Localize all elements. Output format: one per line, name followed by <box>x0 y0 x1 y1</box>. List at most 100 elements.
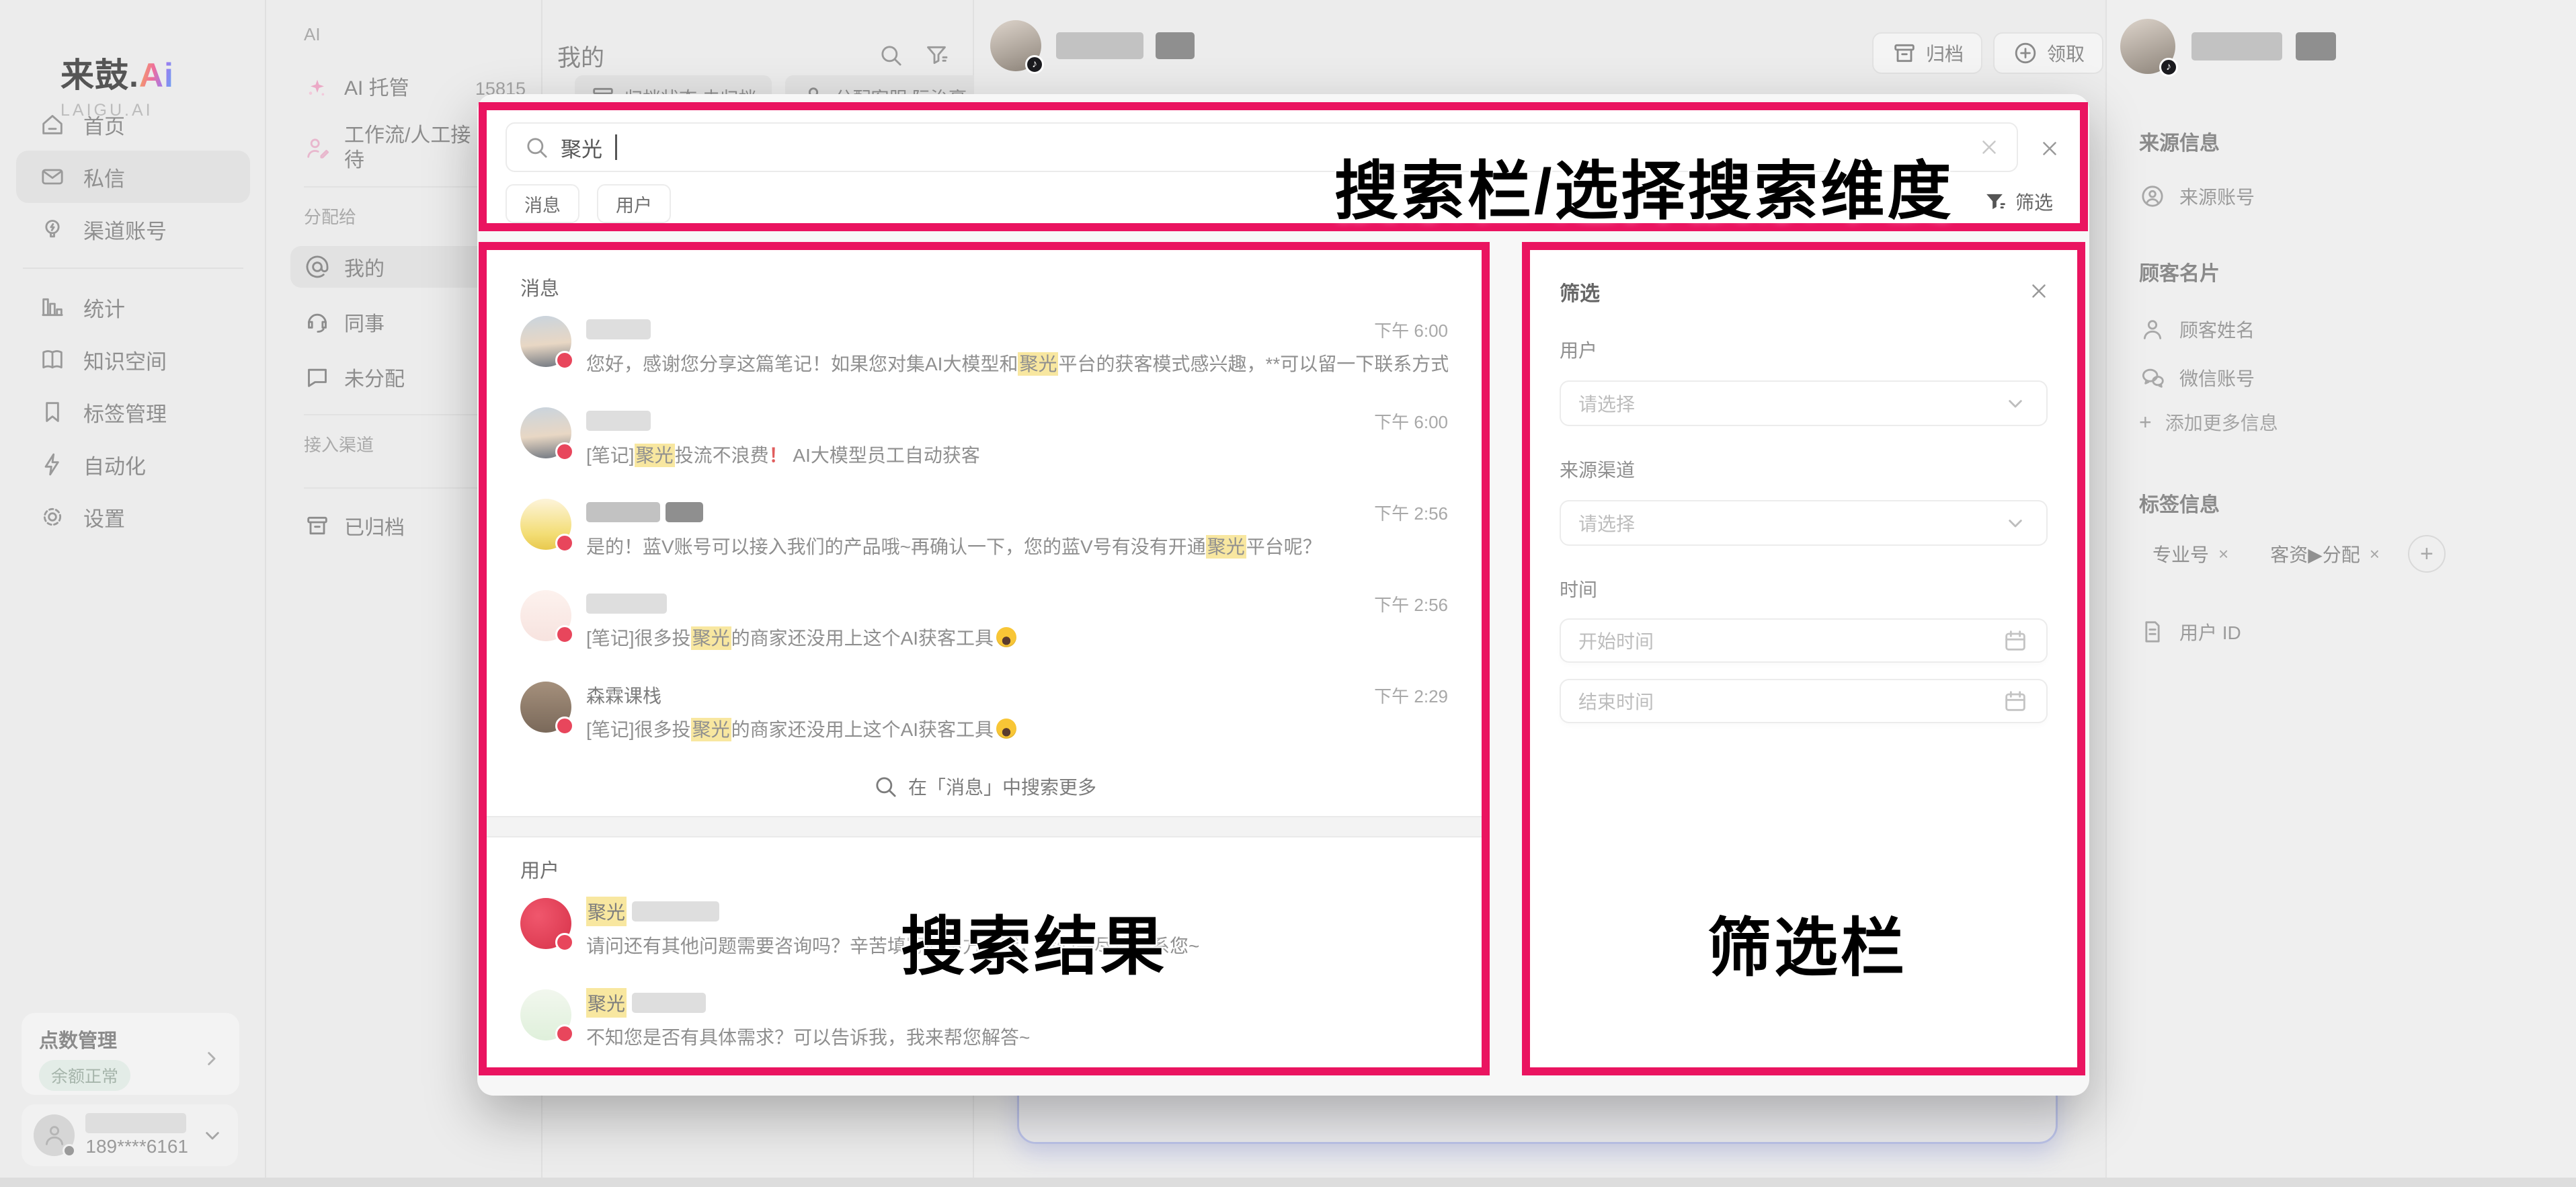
claim-button[interactable]: 领取 <box>1993 32 2103 74</box>
sidebar: 来鼓.Ai LAIGU.AI 首页 私信 渠道账号 统计 知识空间 <box>0 0 266 1187</box>
sender-name <box>586 319 651 339</box>
inbox-row-label: AI 托管 <box>344 76 409 101</box>
app-root: 来鼓.Ai LAIGU.AI 首页 私信 渠道账号 统计 知识空间 <box>0 0 2576 1187</box>
filter-toggle-button[interactable]: 筛选 <box>1982 188 2053 215</box>
tab-label: 消息 <box>524 191 561 217</box>
search-input-value: 聚光 <box>561 132 602 163</box>
sidebar-item[interactable]: 知识空间 <box>16 333 250 386</box>
funnel-icon[interactable] <box>923 42 950 69</box>
avatar <box>520 989 571 1040</box>
tag-label: 专业号 <box>2152 540 2209 567</box>
tag-pill[interactable]: 专业号 × <box>2139 536 2242 572</box>
tiktok-badge-icon: ♪ <box>2159 58 2178 77</box>
add-tag-button[interactable]: + <box>2408 535 2446 573</box>
wechat-icon <box>2139 364 2166 391</box>
logo-ai-mark: Ai <box>139 56 174 94</box>
person-circle-icon <box>2139 183 2166 210</box>
avatar: ♪ <box>990 20 1041 71</box>
profile-peer-header: ♪ <box>2120 19 2336 74</box>
user-result-row[interactable]: 聚光 不知您是否有具体需求？可以告诉我，我来帮您解答~ <box>520 989 1448 1051</box>
xhs-badge-icon <box>555 717 574 735</box>
xhs-badge-icon <box>555 933 574 952</box>
avatar: ♪ <box>2120 19 2175 74</box>
avatar <box>520 682 571 733</box>
message-text: 您好，感谢您分享这篇笔记！如果您对集AI大模型和聚光平台的获客模式感兴趣，**可… <box>586 350 1448 378</box>
tiktok-badge-icon: ♪ <box>1025 55 1044 74</box>
sidebar-item[interactable]: 首页 <box>16 98 250 151</box>
message-result-row[interactable]: 下午 2:56 是的！蓝V账号可以接入我们的产品哦~再确认一下，您的蓝V号有没有… <box>520 499 1448 561</box>
filter-user-label: 用户 <box>1560 336 2048 363</box>
source-account-label: 来源账号 <box>2179 183 2255 210</box>
assign-row-label: 同事 <box>344 307 385 337</box>
customer-card-header: 顾客名片 <box>2139 257 2220 286</box>
users-section-header: 用户 <box>520 855 1448 883</box>
ai-section-label: AI <box>304 24 541 45</box>
start-time-placeholder: 开始时间 <box>1578 627 1654 654</box>
assign-row-label: 未分配 <box>344 362 405 392</box>
message-time: 下午 2:56 <box>1374 591 1448 616</box>
peer-name-redacted <box>1056 32 1195 59</box>
filter-source-select[interactable]: 请选择 <box>1560 500 2048 546</box>
select-placeholder: 请选择 <box>1578 509 1635 536</box>
calendar-icon <box>2002 688 2029 714</box>
sidebar-item[interactable]: 统计 <box>16 281 250 333</box>
user-last-message: 不知您是否有具体需求？可以告诉我，我来帮您解答~ <box>586 1023 1448 1051</box>
plus-icon: + <box>2139 411 2152 433</box>
xhs-badge-icon <box>555 351 574 370</box>
avatar <box>34 1114 75 1156</box>
sender-name: 森霖课栈 <box>586 682 661 708</box>
sidebar-item-label: 渠道账号 <box>83 214 167 245</box>
tag-pill[interactable]: 客资▶分配 × <box>2257 536 2393 572</box>
customer-name-label: 顾客姓名 <box>2179 316 2255 343</box>
annotation-searchbar-label: 搜索栏/选择搜索维度 <box>1334 140 1954 232</box>
calendar-icon <box>2002 627 2029 654</box>
clear-search-icon[interactable] <box>1978 136 2001 159</box>
chat-peer-header: ♪ <box>990 20 1195 71</box>
points-management-card[interactable]: 点数管理 余额正常 <box>22 1013 239 1095</box>
message-time: 下午 6:00 <box>1374 409 1448 434</box>
tag-remove-icon[interactable]: × <box>2218 544 2228 565</box>
message-result-row[interactable]: 下午 6:00 您好，感谢您分享这篇笔记！如果您对集AI大模型和聚光平台的获客模… <box>520 316 1448 378</box>
filter-user-select[interactable]: 请选择 <box>1560 380 2048 426</box>
avatar <box>520 590 571 641</box>
search-icon[interactable] <box>877 42 904 69</box>
sidebar-item-label: 标签管理 <box>83 397 167 427</box>
sidebar-item[interactable]: 标签管理 <box>16 386 250 438</box>
message-result-row[interactable]: 森霖课栈 下午 2:29 [笔记]很多投聚光的商家还没用上这个AI获客工具 <box>520 682 1448 743</box>
archive-button[interactable]: 归档 <box>1872 32 1982 74</box>
message-text: [笔记]很多投聚光的商家还没用上这个AI获客工具 <box>586 624 1448 652</box>
customer-name-row: 顾客姓名 <box>2139 316 2255 343</box>
sidebar-nav: 首页 私信 渠道账号 统计 知识空间 标签管理 <box>16 98 250 543</box>
message-text: 是的！蓝V账号可以接入我们的产品哦~再确认一下，您的蓝V号有没有开通聚光平台呢？ <box>586 532 1448 561</box>
search-scope-tab[interactable]: 用户 <box>597 184 671 223</box>
message-result-row[interactable]: 下午 2:56 [笔记]很多投聚光的商家还没用上这个AI获客工具 <box>520 590 1448 652</box>
user-name: 聚光 <box>586 988 706 1018</box>
annotation-results-label: 搜索结果 <box>901 895 1167 987</box>
archive-icon <box>304 512 331 539</box>
person-icon <box>41 1122 68 1149</box>
status-dot <box>63 1144 76 1157</box>
sidebar-item[interactable]: 私信 <box>16 151 250 203</box>
close-filter-icon[interactable] <box>2027 280 2050 302</box>
add-more-info-label: 添加更多信息 <box>2165 409 2278 436</box>
sidebar-item-label: 知识空间 <box>83 345 167 375</box>
message-result-row[interactable]: 下午 6:00 [笔记]聚光投流不浪费！ AI大模型员工自动获客 <box>520 407 1448 469</box>
user-id-row: 用户 ID <box>2139 618 2241 645</box>
user-name: 聚光 <box>586 897 719 926</box>
close-overlay-icon[interactable] <box>2038 137 2061 160</box>
start-time-input[interactable]: 开始时间 <box>1560 618 2048 663</box>
inbox-row-label: 工作流/人工接待 <box>344 123 479 173</box>
sidebar-item[interactable]: 设置 <box>16 491 250 543</box>
tag-remove-icon[interactable]: × <box>2370 544 2380 565</box>
sidebar-item-label: 设置 <box>83 502 125 532</box>
end-time-input[interactable]: 结束时间 <box>1560 679 2048 723</box>
add-more-info-button[interactable]: + 添加更多信息 <box>2139 409 2278 436</box>
search-more-button[interactable]: 在「消息」中搜索更多 <box>520 773 1448 800</box>
chevron-down-icon <box>2002 509 2029 536</box>
sidebar-item[interactable]: 自动化 <box>16 438 250 491</box>
points-title: 点数管理 <box>39 1025 222 1053</box>
account-card[interactable]: 189****6161 <box>22 1104 238 1166</box>
xhs-badge-icon <box>555 1024 574 1043</box>
search-scope-tab[interactable]: 消息 <box>506 184 579 223</box>
sidebar-item[interactable]: 渠道账号 <box>16 203 250 255</box>
